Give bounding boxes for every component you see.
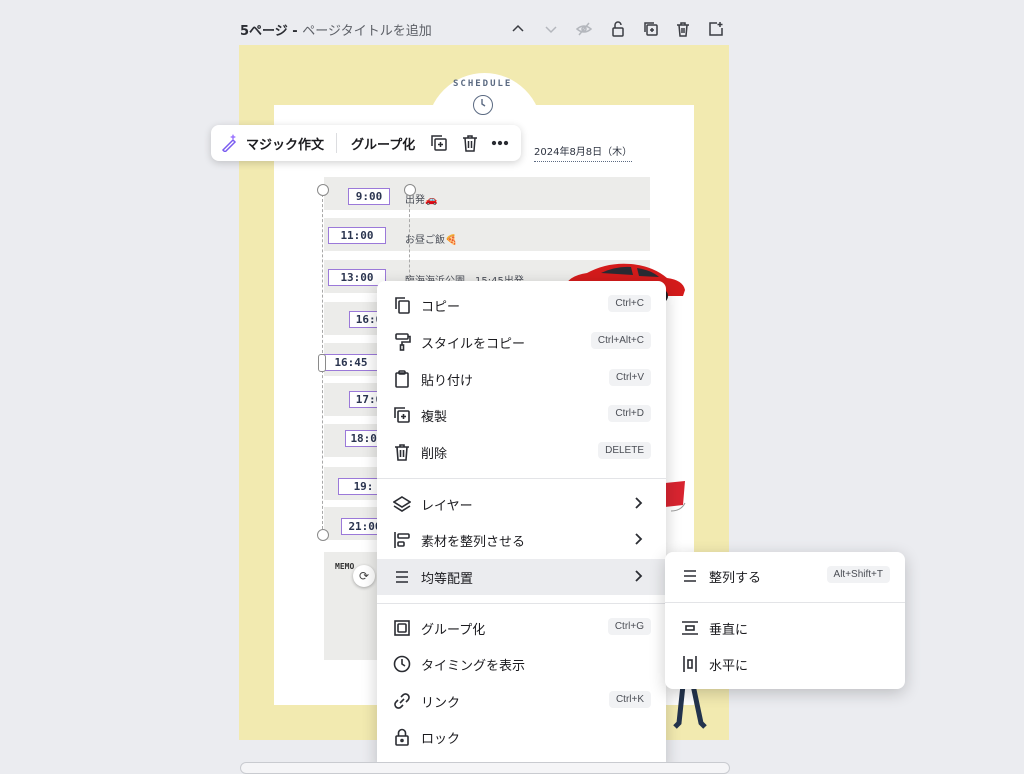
align-left-icon — [393, 531, 411, 549]
context-menu: コピー Ctrl+C スタイルをコピー Ctrl+Alt+C 貼り付け Ctrl… — [377, 281, 666, 768]
submenu-item-label: 水平に — [709, 658, 749, 674]
duplicate-icon — [393, 406, 411, 424]
trash-icon[interactable] — [461, 125, 479, 161]
clock-icon — [473, 95, 493, 115]
red-bag-illustration[interactable] — [665, 481, 687, 515]
menu-item-shortcut: Ctrl+D — [608, 405, 651, 422]
menu-item-shortcut: Ctrl+Alt+C — [590, 332, 651, 349]
menu-divider — [377, 603, 666, 604]
page-label: 5ページ - — [240, 24, 303, 39]
menu-item-shortcut: Ctrl+V — [608, 369, 651, 386]
menu-item-copy-style[interactable]: スタイルをコピー Ctrl+Alt+C — [377, 324, 666, 360]
menu-item-label: グループ化 — [421, 622, 486, 638]
menu-divider — [377, 478, 666, 479]
menu-item-label: 削除 — [421, 446, 448, 462]
menu-item-duplicate[interactable]: 複製 Ctrl+D — [377, 397, 666, 433]
hide-page-icon[interactable] — [573, 18, 595, 40]
copy-icon — [393, 296, 411, 314]
submenu-item-vertical[interactable]: 垂直に — [665, 610, 905, 646]
menu-item-link[interactable]: リンク Ctrl+K — [377, 683, 666, 719]
time-label[interactable]: 9:00 — [348, 188, 390, 205]
time-label[interactable]: 11:00 — [328, 227, 386, 244]
distribute-vertical-icon — [681, 619, 699, 637]
menu-item-paste[interactable]: 貼り付け Ctrl+V — [377, 361, 666, 397]
submenu-item-label: 整列する — [709, 570, 762, 586]
trash-icon — [393, 443, 411, 461]
menu-item-label: ロック — [421, 731, 461, 747]
menu-item-label: リンク — [421, 695, 461, 711]
resize-handle[interactable] — [317, 184, 329, 196]
menu-item-shortcut: Ctrl+C — [608, 295, 651, 312]
submenu-item-shortcut: Alt+Shift+T — [826, 566, 890, 583]
menu-item-label: スタイルをコピー — [421, 336, 526, 352]
clipboard-icon — [393, 370, 411, 388]
layers-icon — [392, 495, 412, 513]
menu-item-shortcut: DELETE — [598, 442, 651, 459]
menu-item-delete[interactable]: 削除 DELETE — [377, 434, 666, 470]
menu-item-label: コピー — [421, 299, 461, 315]
duplicate-icon[interactable] — [430, 125, 448, 161]
chevron-right-icon — [630, 531, 646, 549]
menu-item-label: 均等配置 — [421, 571, 474, 587]
menu-item-shortcut: Ctrl+G — [607, 618, 651, 635]
chevron-right-icon — [630, 568, 646, 586]
menu-item-label: 複製 — [421, 409, 448, 425]
menu-item-shortcut: Ctrl+K — [608, 691, 651, 708]
event-text[interactable]: お昼ご飯🍕 — [405, 231, 457, 246]
menu-item-group[interactable]: グループ化 Ctrl+G — [377, 610, 666, 646]
menu-item-layer[interactable]: レイヤー — [377, 486, 666, 522]
menu-divider — [665, 602, 905, 603]
submenu-item-horizontal[interactable]: 水平に — [665, 646, 905, 682]
group-button[interactable]: グループ化 — [351, 125, 415, 161]
person-illustration[interactable] — [673, 684, 713, 730]
menu-item-copy[interactable]: コピー Ctrl+C — [377, 287, 666, 323]
menu-item-label: レイヤー — [421, 498, 473, 514]
menu-item-align[interactable]: 素材を整列させる — [377, 522, 666, 558]
distribute-icon — [393, 568, 411, 586]
page-title-placeholder[interactable]: ページタイトルを追加 — [302, 24, 431, 39]
menu-item-label: 貼り付け — [421, 373, 474, 389]
submenu-item-tidy-up[interactable]: 整列する Alt+Shift+T — [665, 558, 905, 594]
memo-label: MEMO — [335, 562, 355, 571]
distribute-horizontal-icon — [681, 655, 699, 673]
submenu-item-label: 垂直に — [709, 622, 749, 638]
toolbar-divider — [336, 133, 337, 153]
move-up-icon[interactable] — [507, 18, 529, 40]
clock-icon — [393, 655, 411, 673]
lock-page-icon[interactable] — [607, 18, 629, 40]
paint-roller-icon — [393, 333, 411, 351]
menu-item-show-timing[interactable]: タイミングを表示 — [377, 646, 666, 682]
magic-write-label: マジック作文 — [246, 137, 325, 153]
menu-item-distribute[interactable]: 均等配置 — [377, 559, 666, 595]
time-label[interactable]: 16:45 — [323, 354, 379, 371]
delete-page-icon[interactable] — [672, 18, 694, 40]
time-label[interactable]: 13:00 — [328, 269, 386, 286]
next-page-preview[interactable] — [240, 762, 730, 774]
move-down-icon[interactable] — [540, 18, 562, 40]
group-icon — [393, 619, 411, 637]
resize-handle[interactable] — [318, 354, 326, 372]
schedule-heading: SCHEDULE — [453, 79, 513, 89]
lock-icon — [393, 728, 411, 746]
floating-toolbar: マジック作文 グループ化 — [211, 125, 521, 161]
tidy-up-icon — [681, 567, 699, 585]
magic-wand-icon — [221, 134, 241, 154]
add-page-icon[interactable] — [705, 18, 727, 40]
menu-item-lock[interactable]: ロック — [377, 719, 666, 755]
chevron-right-icon — [630, 495, 646, 513]
resize-handle[interactable] — [317, 529, 329, 541]
distribute-submenu: 整列する Alt+Shift+T 垂直に 水平に — [665, 552, 905, 689]
link-icon — [393, 692, 411, 710]
more-options-icon[interactable] — [491, 125, 509, 161]
page-title[interactable]: 5ページ - ページタイトルを追加 — [240, 20, 432, 39]
menu-item-label: 素材を整列させる — [421, 534, 526, 550]
resize-handle[interactable] — [404, 184, 416, 196]
menu-item-label: タイミングを表示 — [421, 658, 526, 674]
duplicate-page-icon[interactable] — [640, 18, 662, 40]
schedule-date: 2024年8月8日（木） — [534, 143, 633, 162]
magic-write-button[interactable]: マジック作文 — [221, 125, 324, 161]
rotate-icon[interactable]: ⟳ — [353, 565, 375, 587]
